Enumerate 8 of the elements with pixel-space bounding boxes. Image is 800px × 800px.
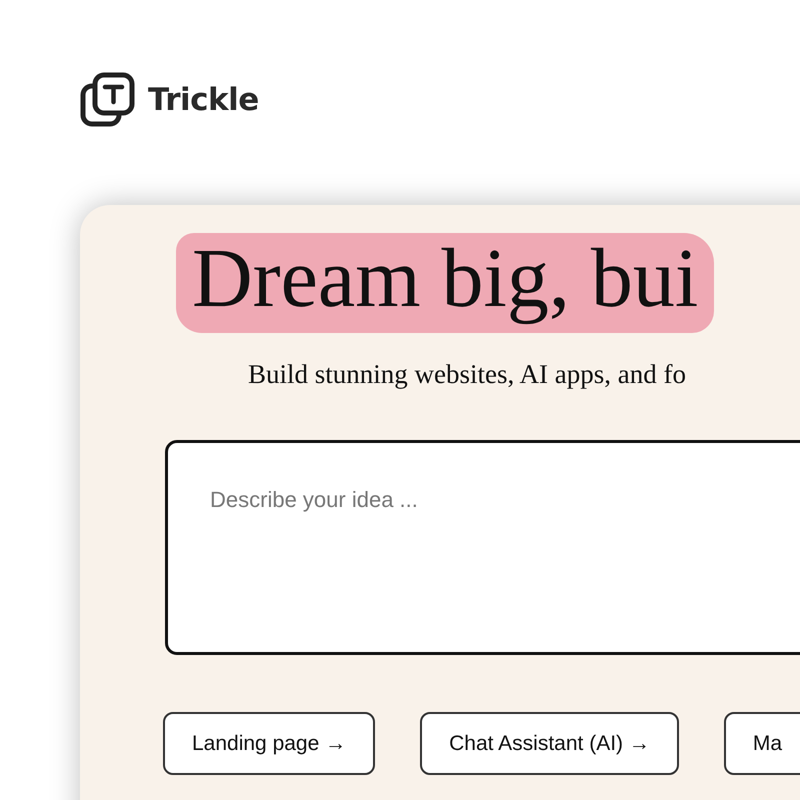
brand-name: Trickle bbox=[148, 82, 259, 118]
hero-subtitle: Build stunning websites, AI apps, and fo bbox=[248, 359, 687, 390]
suggestion-button[interactable]: Ma bbox=[724, 712, 800, 775]
idea-input-field[interactable]: Describe your idea ... bbox=[165, 440, 800, 655]
logo-icon bbox=[80, 72, 136, 128]
suggestion-button[interactable]: Chat Assistant (AI) → bbox=[420, 712, 679, 775]
suggestion-button[interactable]: Landing page → bbox=[163, 712, 376, 775]
hero-title: Dream big, bui bbox=[176, 233, 714, 333]
